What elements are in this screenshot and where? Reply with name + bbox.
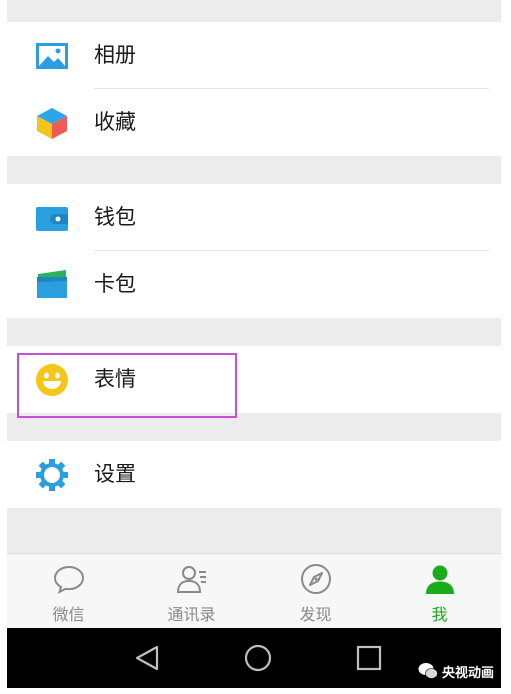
tab-me[interactable]: 我 bbox=[378, 554, 501, 628]
menu-label-album: 相册 bbox=[94, 43, 136, 67]
home-circle-icon[interactable] bbox=[242, 642, 274, 674]
cube-icon bbox=[37, 108, 67, 139]
menu-item-wallet[interactable]: 钱包 bbox=[7, 184, 501, 251]
menu-label-settings: 设置 bbox=[94, 462, 136, 486]
bottom-tab-bar: 微信 通讯录 发现 我 bbox=[7, 553, 501, 628]
menu-item-cards[interactable]: 卡包 bbox=[7, 251, 501, 318]
back-triangle-icon[interactable] bbox=[131, 642, 163, 674]
person-icon bbox=[426, 565, 454, 594]
tab-label-chats: 微信 bbox=[52, 605, 85, 624]
tab-label-me: 我 bbox=[431, 605, 448, 624]
menu-label-favorites: 收藏 bbox=[94, 110, 136, 134]
group-wallet-cards: 钱包 卡包 bbox=[7, 184, 501, 318]
group-album-favorites: 相册 收藏 bbox=[7, 22, 501, 156]
tab-label-contacts: 通讯录 bbox=[167, 605, 216, 624]
album-icon bbox=[36, 43, 68, 69]
chat-bubble-icon bbox=[53, 565, 85, 595]
tab-discover[interactable]: 发现 bbox=[254, 554, 377, 628]
menu-item-favorites[interactable]: 收藏 bbox=[7, 89, 501, 156]
recents-square-icon[interactable] bbox=[353, 642, 385, 674]
watermark: 央视动画 bbox=[418, 660, 494, 682]
highlight-box-stickers bbox=[17, 353, 237, 418]
wechat-me-screen: 相册 收藏 钱包 卡包 表情 设置 微信 通讯录 发现 我 bbox=[7, 0, 501, 628]
group-settings: 设置 bbox=[7, 441, 501, 508]
menu-label-cards: 卡包 bbox=[94, 272, 136, 296]
tab-label-discover: 发现 bbox=[299, 605, 332, 624]
tab-contacts[interactable]: 通讯录 bbox=[130, 554, 253, 628]
menu-item-settings[interactable]: 设置 bbox=[7, 441, 501, 508]
menu-item-album[interactable]: 相册 bbox=[7, 22, 501, 89]
tab-chats[interactable]: 微信 bbox=[7, 554, 130, 628]
wallet-icon bbox=[36, 207, 68, 231]
wechat-logo-icon bbox=[418, 663, 438, 679]
contacts-icon bbox=[176, 566, 206, 593]
watermark-text: 央视动画 bbox=[442, 665, 495, 681]
gear-icon bbox=[36, 459, 68, 491]
card-pack-icon bbox=[37, 270, 67, 298]
compass-icon bbox=[301, 564, 331, 594]
menu-label-wallet: 钱包 bbox=[94, 205, 136, 229]
